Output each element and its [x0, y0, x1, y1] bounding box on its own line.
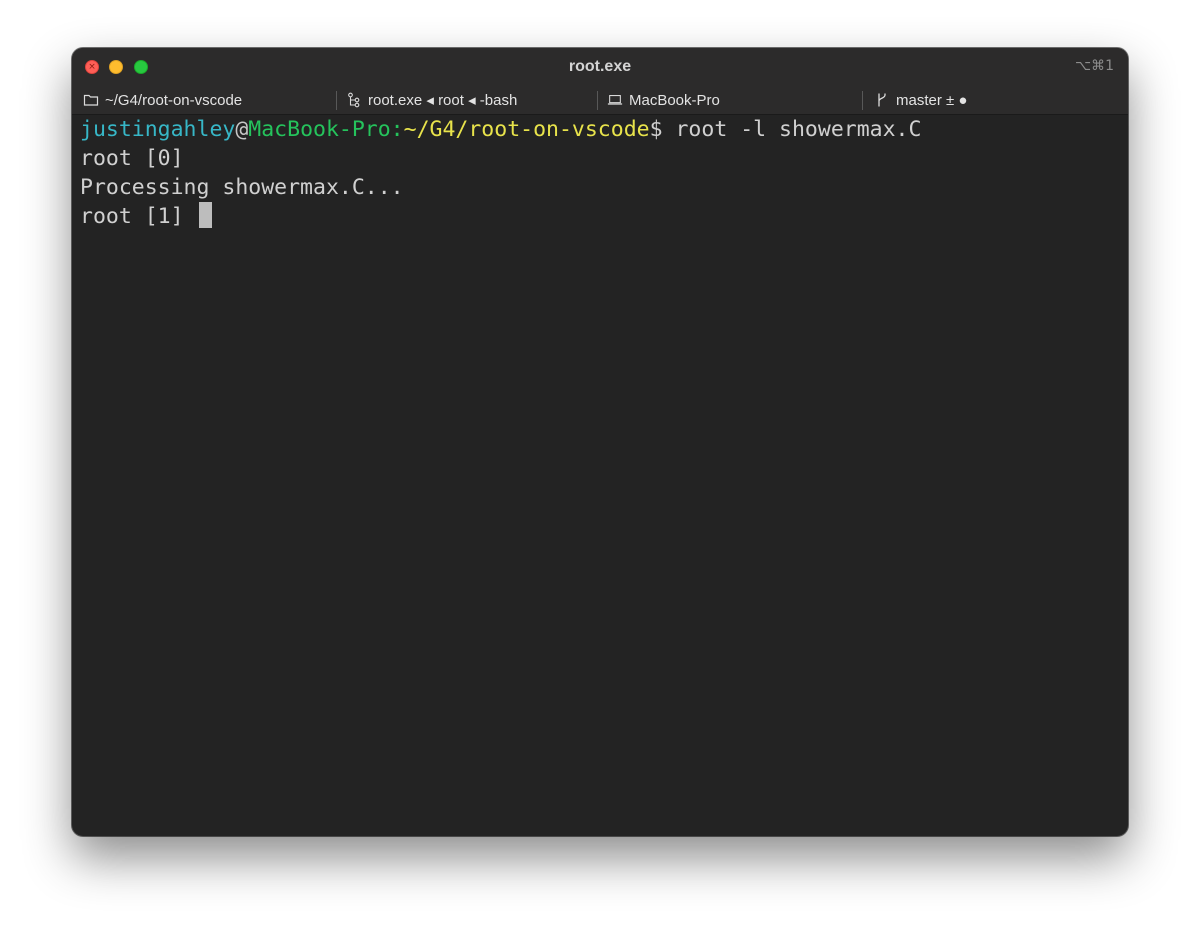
status-process[interactable]: root.exe ◂ root ◂ -bash — [346, 86, 517, 114]
status-separator — [862, 91, 863, 110]
prompt-user: justingahley — [80, 117, 236, 142]
window-shortcut: ⌥⌘1 — [1074, 58, 1114, 74]
status-bar: ~/G4/root-on-vscode root.exe ◂ root ◂ -b… — [72, 86, 1128, 115]
process-tree-icon — [346, 92, 362, 108]
status-git-label: master ± ● — [896, 91, 968, 109]
output-line: root [0] — [80, 146, 184, 171]
status-host[interactable]: MacBook-Pro — [607, 86, 720, 114]
title-bar: × root.exe ⌥⌘1 — [72, 48, 1128, 86]
status-directory-label: ~/G4/root-on-vscode — [105, 91, 243, 109]
text-cursor — [198, 202, 212, 228]
terminal-window: × root.exe ⌥⌘1 ~/G4/root-on-vscode root.… — [72, 48, 1128, 836]
status-directory[interactable]: ~/G4/root-on-vscode — [83, 86, 242, 114]
status-separator — [336, 91, 337, 110]
folder-icon — [83, 92, 99, 108]
output-line: Processing showermax.C... — [80, 175, 404, 200]
prompt-host: MacBook-Pro: — [248, 117, 404, 142]
status-separator — [597, 91, 598, 110]
status-host-label: MacBook-Pro — [629, 91, 720, 109]
terminal-output[interactable]: justingahley@MacBook-Pro:~/G4/root-on-vs… — [80, 115, 1120, 836]
prompt-at: @ — [235, 117, 249, 142]
prompt-line: justingahley@MacBook-Pro:~/G4/root-on-vs… — [80, 115, 1120, 144]
git-branch-icon — [874, 92, 890, 108]
prompt-command: root -l showermax.C — [675, 117, 922, 142]
input-line[interactable]: root [1] — [80, 202, 1120, 231]
status-git[interactable]: master ± ● — [874, 86, 967, 114]
status-process-label: root.exe ◂ root ◂ -bash — [368, 92, 518, 109]
root-prompt: root [1] — [80, 204, 197, 229]
window-title: root.exe — [568, 58, 632, 75]
prompt-path: ~/G4/root-on-vscode — [403, 117, 650, 142]
prompt-symbol: $ — [649, 117, 676, 142]
laptop-icon — [607, 92, 623, 108]
